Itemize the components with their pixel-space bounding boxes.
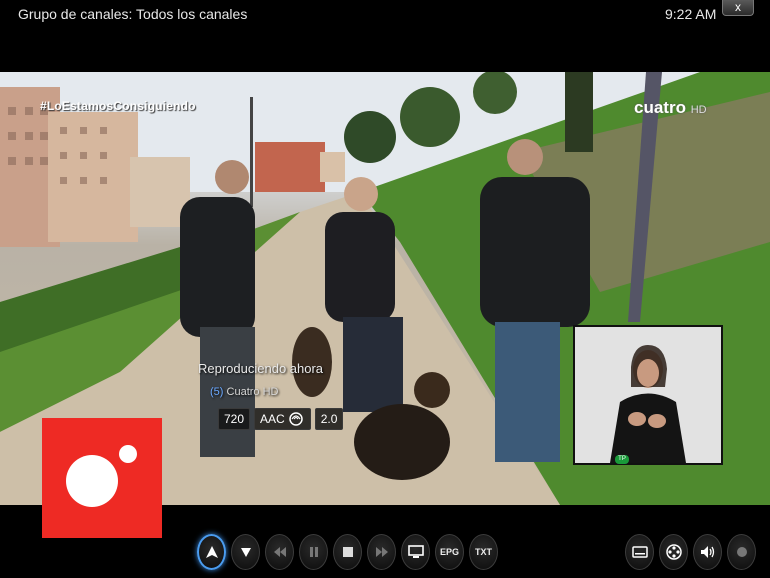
broadcaster-logo: cuatro HD	[634, 98, 707, 118]
epg-label: EPG	[439, 547, 459, 557]
record-icon	[736, 547, 747, 557]
down-arrow-button[interactable]	[231, 534, 260, 570]
subtitles-icon	[631, 546, 648, 558]
audio-wave-icon	[288, 412, 303, 426]
broadcaster-logo-hd: HD	[690, 104, 707, 116]
close-button[interactable]: x	[722, 0, 754, 16]
broadcaster-logo-text: cuatro	[634, 98, 686, 117]
volume-icon	[700, 546, 714, 558]
now-playing-label: Reproduciendo ahora	[198, 361, 324, 376]
sign-language-badge: TP	[615, 455, 629, 464]
rewind-icon	[273, 547, 286, 557]
video-settings-button[interactable]	[659, 534, 688, 570]
tv-player: Grupo de canales: Todos los canales 9:22…	[0, 0, 770, 578]
cuatro-logo-icon	[42, 418, 162, 538]
sign-interpreter-image	[575, 327, 721, 463]
audio-channels-flag: 2.0	[314, 408, 344, 430]
teletext-button[interactable]: TXT	[469, 534, 498, 570]
player-options	[625, 534, 756, 570]
subtitles-button[interactable]	[625, 534, 654, 570]
playback-controls: EPG TXT	[197, 534, 498, 570]
channel-group-title: Grupo de canales: Todos los canales	[18, 6, 248, 22]
channel-number: (5)	[210, 386, 224, 398]
stop-icon	[342, 547, 353, 557]
film-reel-icon	[665, 544, 682, 560]
program-hashtag: #LoEstamosConsiguiendo	[40, 99, 196, 113]
pause-icon	[309, 547, 318, 557]
teletext-label: TXT	[475, 547, 492, 557]
up-arrow-button[interactable]	[197, 534, 226, 570]
resolution-flag: 720	[218, 408, 251, 430]
volume-button[interactable]	[693, 534, 722, 570]
channel-logo-thumbnail	[42, 418, 162, 538]
rewind-button[interactable]	[265, 534, 294, 570]
stop-button[interactable]	[333, 534, 362, 570]
down-arrow-icon	[240, 548, 251, 557]
clock: 9:22 AM	[665, 6, 717, 22]
fast-forward-button[interactable]	[367, 534, 396, 570]
fast-forward-icon	[375, 547, 388, 557]
tv-icon	[407, 545, 424, 558]
top-bar: Grupo de canales: Todos los canales 9:22…	[0, 0, 770, 72]
channel-name: Cuatro HD	[226, 386, 279, 398]
tv-button[interactable]	[401, 534, 430, 570]
sign-language-inset: TP	[573, 325, 723, 465]
stream-info-flags: 720 AAC 2.0	[218, 408, 344, 430]
audio-codec-flag: AAC	[254, 408, 311, 430]
up-arrow-icon	[205, 546, 218, 558]
epg-button[interactable]: EPG	[435, 534, 464, 570]
now-playing-channel: (5) Cuatro HD	[210, 386, 278, 398]
pause-button[interactable]	[299, 534, 328, 570]
record-button[interactable]	[727, 534, 756, 570]
